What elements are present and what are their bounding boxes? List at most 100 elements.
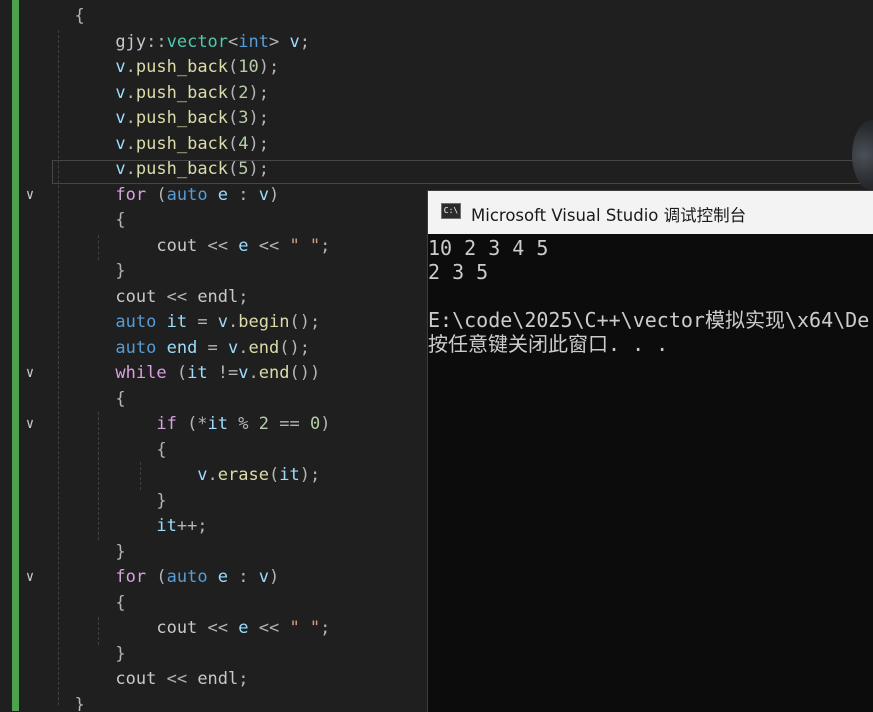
fold-chevron-icon[interactable]: ∨ xyxy=(23,412,37,438)
code-token: :: xyxy=(146,31,167,52)
code-token: . xyxy=(125,108,136,128)
code-token: v xyxy=(54,133,126,154)
code-text: it++; xyxy=(54,514,207,540)
code-token: v xyxy=(228,337,239,358)
code-token: e xyxy=(207,184,229,205)
code-token: v xyxy=(289,31,300,52)
code-token: ) xyxy=(320,414,331,434)
code-line[interactable]: { xyxy=(0,4,873,30)
console-titlebar[interactable]: C:\ Microsoft Visual Studio 调试控制台 xyxy=(428,191,873,234)
code-token: v xyxy=(258,184,270,205)
code-text: { xyxy=(54,591,126,617)
code-text: auto it = v.begin(); xyxy=(54,310,320,336)
indent-guide xyxy=(98,235,99,260)
fold-chevron-icon[interactable]: ∨ xyxy=(23,361,37,387)
code-line[interactable]: v.push_back(5); xyxy=(0,157,873,183)
code-token: ( xyxy=(166,363,188,383)
indent-guide xyxy=(58,30,59,705)
code-token: cout xyxy=(54,669,157,689)
code-token: push_back xyxy=(135,108,229,128)
code-token: . xyxy=(125,82,136,103)
code-text: } xyxy=(54,259,126,285)
debug-console-window[interactable]: C:\ Microsoft Visual Studio 调试控制台 10 2 3… xyxy=(427,190,873,712)
code-token: 5 xyxy=(238,159,249,179)
console-app-icon: C:\ xyxy=(441,203,461,219)
code-token: end xyxy=(156,337,198,358)
code-token: } xyxy=(54,490,167,511)
code-token: gjy xyxy=(54,31,147,52)
code-token: e xyxy=(238,618,249,638)
code-token: endl xyxy=(197,669,239,689)
code-token: 2 xyxy=(238,82,249,103)
code-token: 3 xyxy=(238,108,249,128)
code-token: ); xyxy=(248,159,270,179)
code-token: it xyxy=(207,414,229,434)
code-line[interactable]: gjy::vector<int> v; xyxy=(0,30,873,56)
code-text: { xyxy=(54,438,166,464)
code-token: { xyxy=(54,592,126,613)
code-token: ; xyxy=(320,235,331,256)
code-token: push_back xyxy=(135,133,229,154)
code-line[interactable]: v.push_back(10); xyxy=(0,55,873,81)
indent-guide xyxy=(98,412,99,540)
code-token: v xyxy=(54,57,126,77)
code-token: while xyxy=(54,363,167,383)
code-text: cout << e << " "; xyxy=(54,616,330,642)
code-token: ; xyxy=(320,618,331,638)
code-text: cout << endl; xyxy=(54,667,248,693)
code-token: > xyxy=(269,31,290,52)
code-token: ( xyxy=(146,567,167,587)
code-token: ( xyxy=(268,465,280,485)
code-token: } xyxy=(54,261,126,281)
code-token: == xyxy=(269,414,310,434)
code-token: v xyxy=(54,465,208,485)
code-token: ( xyxy=(228,108,239,128)
console-output-line: 按任意键关闭此窗口. . . xyxy=(428,332,669,356)
code-token: endl xyxy=(197,286,239,307)
code-token: : xyxy=(228,184,259,205)
code-token: << xyxy=(248,618,290,638)
code-text: gjy::vector<int> v; xyxy=(54,30,310,56)
indent-guide xyxy=(98,617,99,645)
code-token: vector xyxy=(166,31,229,52)
code-text: v.push_back(2); xyxy=(54,81,269,107)
code-token: auto xyxy=(166,567,208,587)
code-token: push_back xyxy=(135,57,229,77)
code-token: it xyxy=(156,312,188,332)
code-token: push_back xyxy=(135,159,229,179)
code-token: << xyxy=(197,618,239,638)
code-line[interactable]: v.push_back(3); xyxy=(0,106,873,132)
code-text: if (*it % 2 == 0) xyxy=(54,412,330,438)
code-token: ); xyxy=(248,133,270,154)
code-token: auto xyxy=(54,312,157,332)
code-line[interactable]: v.push_back(4); xyxy=(0,132,873,158)
code-token: 4 xyxy=(238,133,249,154)
code-token: it xyxy=(54,516,177,536)
code-line[interactable]: v.push_back(2); xyxy=(0,81,873,107)
code-text: for (auto e : v) xyxy=(54,565,279,591)
console-title: Microsoft Visual Studio 调试控制台 xyxy=(471,206,747,225)
fold-chevron-icon[interactable]: ∨ xyxy=(23,565,37,591)
code-token: push_back xyxy=(135,82,229,103)
fold-chevron-icon[interactable]: ∨ xyxy=(23,183,37,209)
code-token: 10 xyxy=(238,57,259,77)
code-text: } xyxy=(54,642,125,668)
code-token: ()) xyxy=(289,363,321,383)
code-text: { xyxy=(54,208,125,234)
code-token: cout xyxy=(54,286,157,307)
code-text: cout << endl; xyxy=(54,285,248,311)
console-output-line: 10 2 3 4 5 xyxy=(428,236,549,260)
code-text: v.push_back(5); xyxy=(54,157,269,183)
code-token: ( xyxy=(228,159,239,179)
code-token: . xyxy=(207,465,218,485)
code-token: ); xyxy=(248,82,270,103)
code-token: != xyxy=(207,363,239,383)
code-token: % xyxy=(228,414,259,434)
code-text: v.push_back(10); xyxy=(54,55,279,81)
code-token: e xyxy=(238,235,249,256)
code-token: { xyxy=(54,388,126,409)
code-text: } xyxy=(54,540,125,566)
console-output[interactable]: 10 2 3 4 52 3 5 E:\code\2025\C++\vector模拟… xyxy=(428,236,873,712)
code-token: v xyxy=(217,312,229,332)
code-token: ( xyxy=(228,133,239,154)
